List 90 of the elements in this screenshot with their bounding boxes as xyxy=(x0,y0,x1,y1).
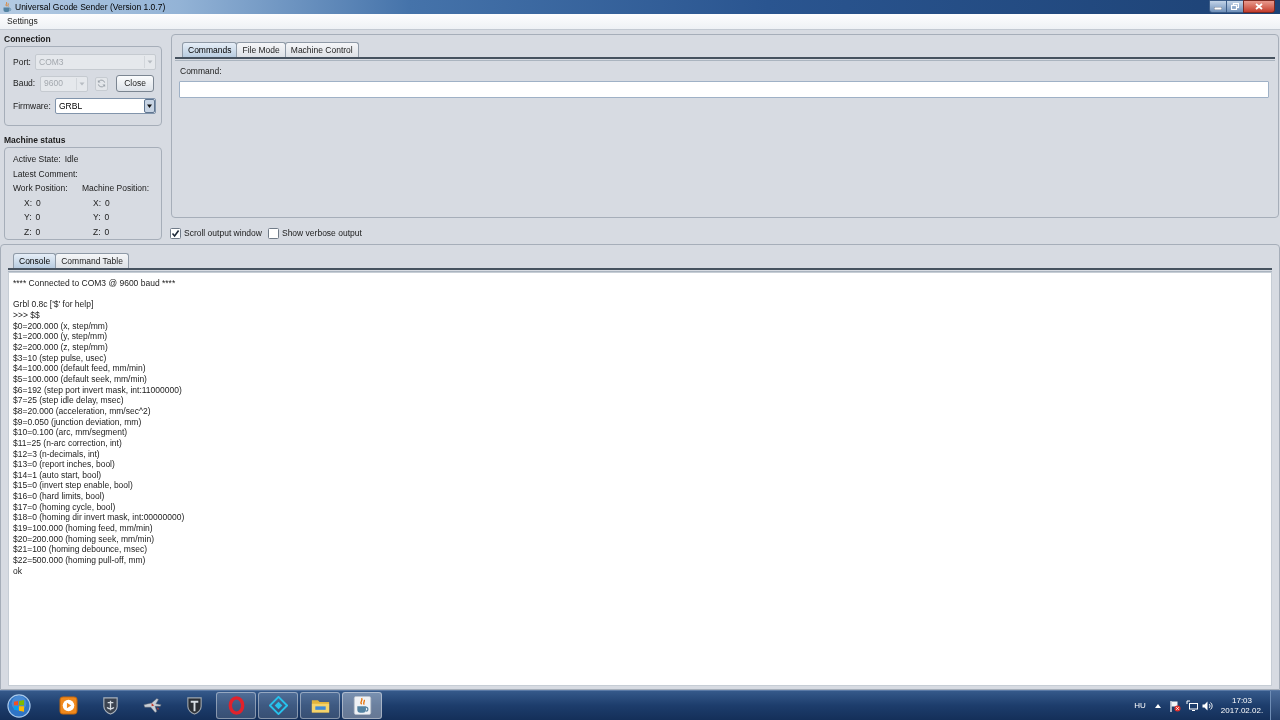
airplane-icon xyxy=(142,696,162,715)
console-line: $19=100.000 (homing feed, mm/min) xyxy=(13,523,153,534)
console-line: $5=100.000 (default seek, mm/min) xyxy=(13,373,147,385)
play-icon xyxy=(58,696,78,715)
clock[interactable]: 17:03 2017.02.02. xyxy=(1216,693,1268,718)
taskbar-button[interactable] xyxy=(300,692,340,719)
refresh-icon xyxy=(97,79,106,88)
console-line: Grbl 0.8c ['$' for help] xyxy=(13,299,94,310)
diamond-icon xyxy=(268,696,288,715)
checkbox[interactable] xyxy=(170,227,181,239)
console-line: ok xyxy=(13,565,22,577)
console-line: $4=100.000 (default feed, mm/min) xyxy=(13,363,146,374)
command-input[interactable] xyxy=(179,81,1269,98)
axis-value: 0 xyxy=(104,227,110,236)
caret-up-icon[interactable] xyxy=(1155,703,1161,708)
axis-value: 0 xyxy=(35,213,41,222)
console-line: **** Connected to COM3 @ 9600 baud **** xyxy=(13,278,176,289)
window-close-button[interactable] xyxy=(1243,0,1275,13)
dropdown-arrow-icon xyxy=(76,76,87,91)
axis-value: 0 xyxy=(35,227,41,236)
axis-label: X: xyxy=(24,198,33,207)
status-label: Latest Comment: xyxy=(13,169,78,178)
checkbox-label[interactable]: Scroll output window xyxy=(184,228,262,238)
console-line: $13=0 (report inches, bool) xyxy=(13,459,115,470)
window-title: Universal Gcode Sender (Version 1.0.7) xyxy=(15,2,166,12)
console-line: $3=10 (step pulse, usec) xyxy=(13,352,107,364)
console-line: $18=0 (homing dir invert mask, int:00000000) xyxy=(13,512,185,524)
tab[interactable]: File Mode xyxy=(236,42,286,57)
axis-value: 0 xyxy=(104,213,110,222)
firmware-dropdown[interactable]: GRBL xyxy=(55,98,156,114)
position-label: Machine Position: xyxy=(82,184,150,193)
axis-value: 0 xyxy=(36,198,41,207)
status-value: Idle xyxy=(64,155,79,164)
shield-icon xyxy=(100,696,120,715)
axis-value: 0 xyxy=(105,198,110,207)
ring-icon xyxy=(226,696,246,715)
axis-label: Y: xyxy=(24,213,32,222)
minimize-icon xyxy=(1214,7,1222,10)
minimize-button[interactable] xyxy=(1209,0,1227,13)
tab[interactable]: Console xyxy=(13,253,57,268)
coffee-cup-icon xyxy=(3,1,12,13)
tab[interactable]: Commands xyxy=(182,42,238,57)
console-line: $8=20.000 (acceleration, mm/sec^2) xyxy=(13,405,151,417)
checkbox-label[interactable]: Show verbose output xyxy=(281,228,362,238)
axis-label: Z: xyxy=(93,227,101,236)
console-line: $22=500.000 (homing pull-off, mm) xyxy=(13,555,146,566)
field-label: Port: xyxy=(13,57,32,67)
field-label: Baud: xyxy=(13,79,37,88)
axis-label: Y: xyxy=(93,213,101,222)
console-line: $2=200.000 (z, step/mm) xyxy=(13,341,108,353)
show-desktop-button[interactable] xyxy=(1270,691,1280,720)
section-title: Connection xyxy=(4,34,52,45)
status-label: Active State: xyxy=(13,155,61,164)
console-line: $7=25 (step idle delay, msec) xyxy=(13,395,124,406)
console-line: $16=0 (hard limits, bool) xyxy=(13,491,105,502)
dropdown-arrow-icon xyxy=(144,55,155,69)
console-line: $14=1 (auto start, bool) xyxy=(13,469,102,481)
maximize-button[interactable] xyxy=(1227,0,1243,13)
orb-icon xyxy=(7,693,31,718)
console-line: >>> $$ xyxy=(13,309,40,321)
tab[interactable]: Machine Control xyxy=(284,42,359,57)
close-icon xyxy=(1255,3,1263,10)
console-line: $0=200.000 (x, step/mm) xyxy=(13,320,108,332)
section-title: Machine status xyxy=(4,135,67,146)
console-line: $12=3 (n-decimals, int) xyxy=(13,448,100,460)
restore-icon xyxy=(1231,3,1239,10)
field-label: Command: xyxy=(180,66,222,76)
field-label: Firmware: xyxy=(13,101,52,111)
tab[interactable]: Command Table xyxy=(55,253,129,268)
menu-item[interactable]: Settings xyxy=(0,14,45,29)
console-line: $6=192 (step port invert mask, int:11000000) xyxy=(13,384,182,396)
console-line: $1=200.000 (y, step/mm) xyxy=(13,331,108,342)
console-line: $10=0.100 (arc, mm/segment) xyxy=(13,427,128,438)
coffee-cup-icon xyxy=(352,696,372,715)
language-indicator[interactable]: HU xyxy=(1129,698,1151,713)
console-line: $11=25 (n-arc correction, int) xyxy=(13,437,122,449)
axis-label: Z: xyxy=(24,227,32,236)
close-button[interactable]: Close xyxy=(116,75,154,92)
console-line: $9=0.050 (junction deviation, mm) xyxy=(13,416,142,428)
flag-icon[interactable] xyxy=(1169,699,1181,712)
monitor-icon[interactable] xyxy=(1186,700,1198,711)
console-line: $17=0 (homing cycle, bool) xyxy=(13,501,116,513)
checkbox[interactable] xyxy=(267,227,279,239)
console-line: $20=200.000 (homing seek, mm/min) xyxy=(13,533,155,545)
console-line: $15=0 (invert step enable, bool) xyxy=(13,480,133,492)
axis-label: X: xyxy=(93,198,102,207)
position-label: Work Position: xyxy=(13,184,68,193)
console-line: $21=100 (homing debounce, msec) xyxy=(13,544,147,556)
speaker-icon[interactable] xyxy=(1201,700,1213,711)
shield-icon xyxy=(184,696,204,715)
